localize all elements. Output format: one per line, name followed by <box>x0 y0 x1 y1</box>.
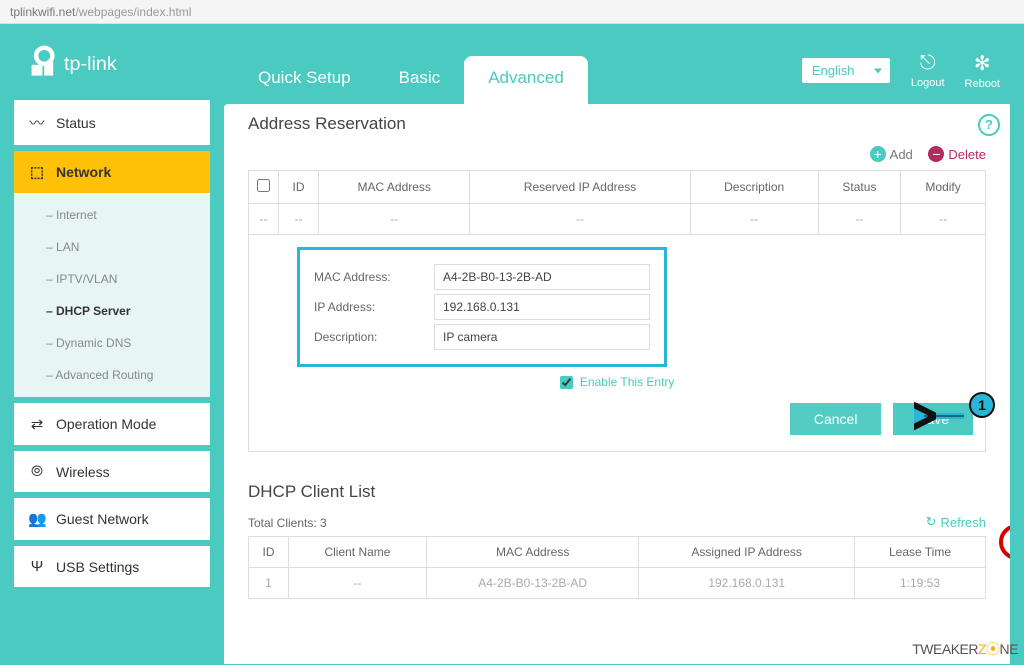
enable-entry-row: Enable This Entry <box>261 367 973 397</box>
sidebar-item-network[interactable]: ⬚ Network <box>14 151 210 193</box>
sidebar-item-wireless[interactable]: ⦾ Wireless <box>14 451 210 492</box>
refresh-icon: ↻ <box>926 514 937 530</box>
total-clients: Total Clients: 3 <box>248 516 327 530</box>
ip-label: IP Address: <box>314 300 434 314</box>
form-box: MAC Address: IP Address: Description: <box>297 247 667 367</box>
tab-quick-setup[interactable]: Quick Setup <box>234 56 375 104</box>
sidebar-item-usb-settings[interactable]: Ψ USB Settings <box>14 546 210 587</box>
delete-button[interactable]: − Delete <box>928 146 986 162</box>
reservation-empty-row: -- -- -- -- -- -- -- <box>249 204 986 235</box>
annotation-step-1: 1 <box>969 392 995 418</box>
sub-item-lan[interactable]: LAN <box>14 231 210 263</box>
svg-text:tp-link: tp-link <box>64 53 117 75</box>
add-button[interactable]: + Add <box>870 146 913 162</box>
network-submenu: Internet LAN IPTV/VLAN DHCP Server Dynam… <box>14 193 210 397</box>
header: tp-link Quick Setup Basic Advanced Engli… <box>14 24 1010 104</box>
address-reservation-section: Address Reservation + Add − Delete <box>224 104 1010 462</box>
enable-entry-checkbox[interactable] <box>560 376 573 389</box>
guest-network-icon: 👥 <box>28 510 46 528</box>
mac-label: MAC Address: <box>314 270 434 284</box>
col-ip: Reserved IP Address <box>470 171 690 204</box>
logout-label: Logout <box>911 77 945 89</box>
main-tabs: Quick Setup Basic Advanced <box>234 56 801 104</box>
col-mac: MAC Address <box>319 171 470 204</box>
client-list-title: DHCP Client List <box>248 482 986 502</box>
sub-item-dynamic-dns[interactable]: Dynamic DNS <box>14 327 210 359</box>
url-path: /webpages/index.html <box>75 5 191 19</box>
client-row: 1 -- A4-2B-B0-13-2B-AD 192.168.0.131 1:1… <box>249 568 986 599</box>
cancel-button[interactable]: Cancel <box>790 403 882 435</box>
ip-address-input[interactable] <box>434 294 650 320</box>
add-label: Add <box>890 147 913 162</box>
sidebar-item-operation-mode[interactable]: ⇄ Operation Mode <box>14 403 210 445</box>
address-reservation-title: Address Reservation <box>248 114 986 134</box>
sidebar-label-wireless: Wireless <box>56 464 110 480</box>
cl-col-lease: Lease Time <box>854 537 985 568</box>
logout-icon: ⎋ <box>911 52 945 75</box>
sidebar-label-status: Status <box>56 115 96 131</box>
browser-address-bar: tplinkwifi.net/webpages/index.html <box>0 0 1024 24</box>
pulse-icon: 〰 <box>28 112 46 133</box>
reservation-edit-form: MAC Address: IP Address: Description: <box>248 234 986 452</box>
cl-col-ip: Assigned IP Address <box>639 537 855 568</box>
enable-entry-label[interactable]: Enable This Entry <box>560 375 675 389</box>
desc-label: Description: <box>314 330 434 344</box>
network-icon: ⬚ <box>28 163 46 181</box>
col-desc: Description <box>690 171 818 204</box>
help-icon[interactable]: ? <box>978 114 1000 136</box>
dhcp-client-list-section: DHCP Client List Total Clients: 3 ↻ Refr… <box>224 462 1010 609</box>
tplink-logo-icon: tp-link <box>28 45 172 81</box>
watermark: TWEAKERZ⦿NE <box>912 639 1018 659</box>
sub-item-internet[interactable]: Internet <box>14 199 210 231</box>
wireless-icon: ⦾ <box>28 463 46 480</box>
client-list-table: ID Client Name MAC Address Assigned IP A… <box>248 536 986 599</box>
mac-address-input[interactable] <box>434 264 650 290</box>
tab-advanced[interactable]: Advanced <box>464 56 588 104</box>
sub-item-iptv-vlan[interactable]: IPTV/VLAN <box>14 263 210 295</box>
sidebar-item-status[interactable]: 〰 Status <box>14 100 210 145</box>
cl-col-name: Client Name <box>289 537 427 568</box>
content-panel: ? Address Reservation + Add − Delete <box>224 104 1010 664</box>
language-select[interactable]: English <box>801 57 891 84</box>
app-container: tp-link Quick Setup Basic Advanced Engli… <box>0 24 1024 665</box>
sidebar-label-usb-settings: USB Settings <box>56 559 139 575</box>
tab-basic[interactable]: Basic <box>375 56 465 104</box>
logout-button[interactable]: ⎋ Logout <box>911 52 945 89</box>
sub-item-dhcp-server[interactable]: DHCP Server <box>14 295 210 327</box>
sidebar-item-guest-network[interactable]: 👥 Guest Network <box>14 498 210 540</box>
reservation-table: ID MAC Address Reserved IP Address Descr… <box>248 170 986 235</box>
refresh-label: Refresh <box>940 515 986 530</box>
minus-icon: − <box>928 146 944 162</box>
select-all-checkbox[interactable] <box>257 179 270 192</box>
sidebar-label-guest-network: Guest Network <box>56 511 149 527</box>
refresh-button[interactable]: ↻ Refresh <box>926 514 986 530</box>
operation-mode-icon: ⇄ <box>28 415 46 433</box>
reservation-actions: + Add − Delete <box>248 140 986 170</box>
col-id: ID <box>279 171 319 204</box>
sidebar-label-network: Network <box>56 164 111 180</box>
header-actions: English ⎋ Logout ✻ Reboot <box>801 51 1000 104</box>
reboot-icon: ✻ <box>965 51 1000 76</box>
save-button[interactable]: Save <box>893 403 973 435</box>
url-host: tplinkwifi.net <box>10 5 75 19</box>
sidebar: 〰 Status ⬚ Network Internet LAN IPTV/VLA… <box>14 104 210 664</box>
description-input[interactable] <box>434 324 650 350</box>
sub-item-advanced-routing[interactable]: Advanced Routing <box>14 359 210 391</box>
cl-col-id: ID <box>249 537 289 568</box>
form-button-row: Cancel Save <box>261 397 973 439</box>
col-modify: Modify <box>901 171 986 204</box>
col-status: Status <box>818 171 900 204</box>
plus-icon: + <box>870 146 886 162</box>
brand-logo: tp-link <box>14 45 194 104</box>
reboot-button[interactable]: ✻ Reboot <box>965 51 1000 90</box>
usb-icon: Ψ <box>28 558 46 575</box>
sidebar-network-group: ⬚ Network Internet LAN IPTV/VLAN DHCP Se… <box>14 151 210 397</box>
body: 〰 Status ⬚ Network Internet LAN IPTV/VLA… <box>14 104 1010 664</box>
reboot-label: Reboot <box>965 78 1000 90</box>
delete-label: Delete <box>948 147 986 162</box>
sidebar-label-operation-mode: Operation Mode <box>56 416 156 432</box>
cl-col-mac: MAC Address <box>426 537 638 568</box>
